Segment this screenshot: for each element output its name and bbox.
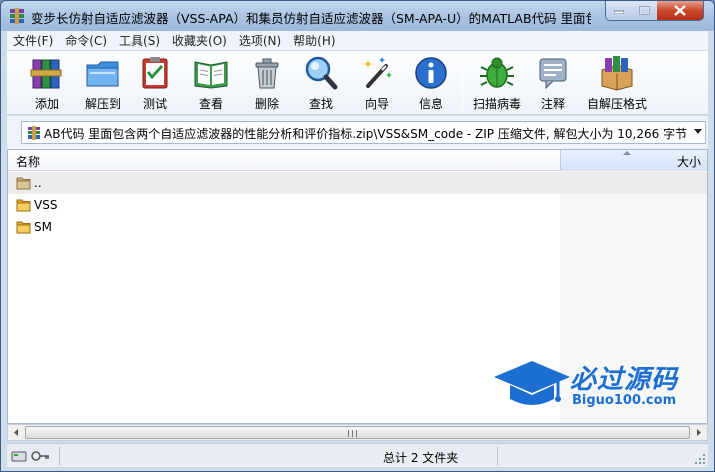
- watermark-subtitle: Biguo100.com: [572, 393, 677, 408]
- resize-grip-icon[interactable]: [694, 453, 706, 465]
- sort-arrow-icon: [623, 151, 631, 155]
- close-button[interactable]: [657, 1, 704, 21]
- menu-options[interactable]: 选项(N): [233, 31, 287, 51]
- address-text: AB代码 里面包含两个自适应滤波器的性能分析和评价指标.zip\VSS&SM_c…: [44, 127, 688, 141]
- title-bar[interactable]: 变步长仿射自适应滤波器（VSS-APA）和集员仿射自适应滤波器（SM-APA-U…: [1, 1, 714, 31]
- delete-button[interactable]: 删除: [241, 54, 293, 112]
- winrar-archive-icon: [28, 126, 40, 140]
- view-book-icon: [194, 61, 228, 89]
- chevron-left-icon: [14, 429, 18, 436]
- find-label: 查找: [308, 97, 333, 111]
- drive-key-icon: [11, 451, 49, 462]
- maximize-button[interactable]: [631, 1, 658, 21]
- comment-label: 注释: [540, 97, 565, 111]
- address-bar[interactable]: AB代码 里面包含两个自适应滤波器的性能分析和评价指标.zip\VSS&SM_c…: [21, 121, 706, 144]
- column-header-size-label: 大小: [676, 155, 701, 169]
- list-item-name: SM: [34, 220, 52, 234]
- column-header-name[interactable]: 名称: [16, 153, 40, 170]
- window-title: 变步长仿射自适应滤波器（VSS-APA）和集员仿射自适应滤波器（SM-APA-U…: [31, 11, 591, 26]
- toolbar: 添加 解压到 测试 查看 删除 查找 向导 信息 扫描病毒 注释 自解压格式: [7, 51, 708, 115]
- wizard-label: 向导: [364, 97, 389, 111]
- menu-favorites[interactable]: 收藏夹(O): [166, 31, 233, 51]
- scroll-right-button[interactable]: [690, 425, 707, 440]
- sfx-box-icon: [601, 56, 633, 91]
- virus-scan-icon: [480, 57, 514, 88]
- virus-scan-button[interactable]: 扫描病毒: [471, 54, 523, 112]
- chevron-right-icon: [697, 429, 701, 436]
- horizontal-scrollbar[interactable]: [7, 424, 708, 441]
- winrar-window: 变步长仿射自适应滤波器（VSS-APA）和集员仿射自适应滤波器（SM-APA-U…: [0, 0, 715, 472]
- trash-icon: [255, 58, 279, 89]
- menu-tools[interactable]: 工具(S): [113, 31, 166, 51]
- watermark: 必过源码 Biguo100.com: [492, 355, 702, 415]
- wizard-button[interactable]: 向导: [351, 54, 403, 112]
- view-button[interactable]: 查看: [185, 54, 237, 112]
- toolbar-separator: [462, 57, 463, 109]
- menu-commands[interactable]: 命令(C): [59, 31, 113, 51]
- scroll-left-button[interactable]: [8, 425, 25, 440]
- extract-to-button[interactable]: 解压到: [77, 54, 129, 112]
- chevron-down-icon[interactable]: [694, 129, 702, 134]
- list-item-parent[interactable]: ..: [8, 172, 707, 194]
- address-area: AB代码 里面包含两个自适应滤波器的性能分析和评价指标.zip\VSS&SM_c…: [7, 116, 708, 149]
- watermark-title: 必过源码: [570, 365, 679, 395]
- status-bar: 总计 2 文件夹: [7, 443, 708, 467]
- list-item-sm[interactable]: SM: [8, 216, 560, 238]
- extract-to-label: 解压到: [84, 97, 121, 111]
- menu-help[interactable]: 帮助(H): [287, 31, 341, 51]
- add-books-icon: [30, 59, 62, 89]
- menu-file[interactable]: 文件(F): [7, 31, 59, 51]
- maximize-icon: [638, 6, 650, 15]
- grip-icon: [348, 430, 357, 437]
- folder-icon: [16, 199, 31, 212]
- minimize-button[interactable]: [605, 1, 632, 21]
- list-item-vss[interactable]: VSS: [8, 194, 560, 216]
- comment-icon: [539, 58, 567, 90]
- column-header-size[interactable]: 大小: [560, 150, 707, 170]
- list-item-name: VSS: [34, 198, 58, 212]
- test-label: 测试: [142, 97, 167, 111]
- view-label: 查看: [198, 97, 223, 111]
- graduation-cap-logo-icon: [494, 361, 570, 405]
- minimize-icon: [613, 10, 624, 14]
- add-label: 添加: [34, 97, 59, 111]
- info-icon: [415, 57, 447, 89]
- extract-folder-icon: [86, 61, 119, 87]
- test-checklist-icon: [142, 57, 168, 89]
- winrar-app-icon: [10, 8, 24, 24]
- delete-label: 删除: [254, 97, 279, 111]
- add-button[interactable]: 添加: [21, 54, 73, 112]
- parent-folder-icon: [16, 177, 31, 190]
- sfx-button[interactable]: 自解压格式: [587, 54, 647, 112]
- menu-bar: 文件(F) 命令(C) 工具(S) 收藏夹(O) 选项(N) 帮助(H): [7, 31, 708, 51]
- info-label: 信息: [418, 97, 443, 111]
- list-item-name: ..: [34, 176, 42, 190]
- magnifier-icon: [305, 56, 338, 90]
- folder-icon: [16, 221, 31, 234]
- find-button[interactable]: 查找: [295, 54, 347, 112]
- wizard-wand-icon: [364, 57, 392, 88]
- file-list[interactable]: 名称 大小 .. VSS SM 必过源码 Biguo100.com: [7, 149, 708, 424]
- comment-button[interactable]: 注释: [527, 54, 579, 112]
- info-button[interactable]: 信息: [405, 54, 457, 112]
- test-button[interactable]: 测试: [129, 54, 181, 112]
- sfx-label: 自解压格式: [587, 97, 648, 111]
- list-header: 名称 大小: [8, 150, 707, 171]
- status-text: 总计 2 文件夹: [383, 451, 459, 465]
- scroll-thumb[interactable]: [25, 426, 690, 439]
- status-separator: [59, 447, 60, 465]
- close-icon: [674, 5, 686, 16]
- status-separator: [497, 447, 498, 465]
- virus-scan-label: 扫描病毒: [472, 97, 521, 111]
